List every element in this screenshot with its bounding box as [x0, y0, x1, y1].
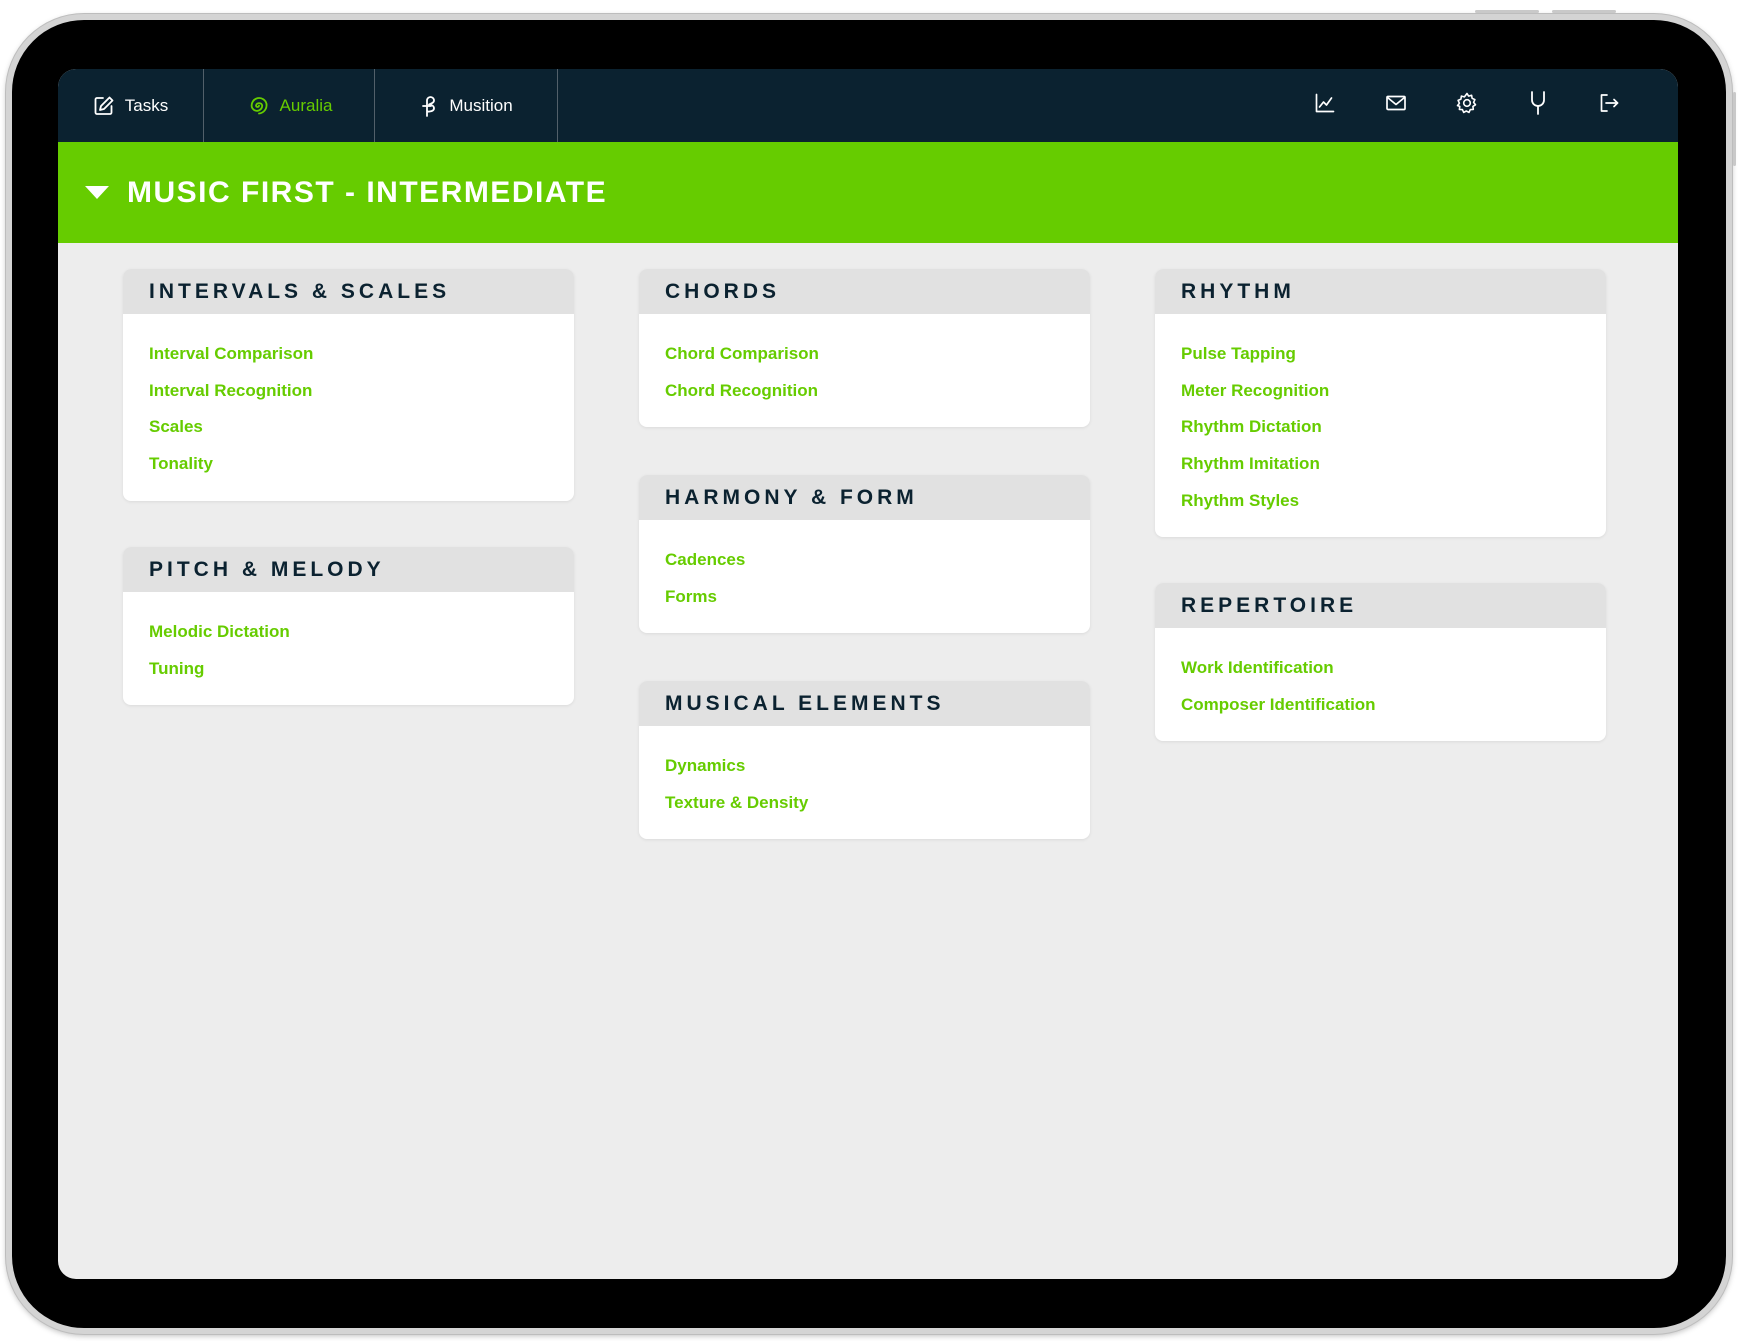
section-title: PITCH & MELODY	[123, 547, 574, 592]
section-list: Interval Comparison Interval Recognition…	[123, 314, 574, 501]
exercise-link[interactable]: Scales	[149, 409, 548, 446]
auralia-logo-icon	[246, 95, 270, 117]
tab-auralia[interactable]: Auralia	[204, 69, 375, 142]
reports-button[interactable]	[1289, 69, 1360, 142]
tab-label: Auralia	[279, 95, 333, 115]
messages-button[interactable]	[1360, 69, 1431, 142]
section-title: INTERVALS & SCALES	[123, 269, 574, 314]
section-list: Chord Comparison Chord Recognition	[639, 314, 1090, 427]
section-card: HARMONY & FORM Cadences Forms	[639, 475, 1090, 634]
exercise-link[interactable]: Work Identification	[1181, 650, 1580, 687]
exercise-link[interactable]: Tonality	[149, 446, 548, 483]
exercise-link[interactable]: Rhythm Imitation	[1181, 446, 1580, 483]
exercise-link[interactable]: Texture & Density	[665, 785, 1064, 822]
tuning-fork-icon	[1527, 90, 1549, 121]
tablet-volume-button	[1552, 10, 1616, 13]
section-title: REPERTOIRE	[1155, 583, 1606, 628]
gear-icon	[1455, 91, 1479, 120]
exercise-link[interactable]: Forms	[665, 579, 1064, 616]
exercise-link[interactable]: Rhythm Styles	[1181, 483, 1580, 520]
logout-button[interactable]	[1573, 69, 1644, 142]
exercise-link[interactable]: Meter Recognition	[1181, 373, 1580, 410]
settings-button[interactable]	[1431, 69, 1502, 142]
tab-musition[interactable]: Musition	[375, 69, 558, 142]
section-title: CHORDS	[639, 269, 1090, 314]
section-title: HARMONY & FORM	[639, 475, 1090, 520]
tablet-volume-button	[1475, 10, 1539, 13]
exercise-link[interactable]: Composer Identification	[1181, 687, 1580, 724]
section-title: RHYTHM	[1155, 269, 1606, 314]
section-list: Cadences Forms	[639, 520, 1090, 633]
section-card: MUSICAL ELEMENTS Dynamics Texture & Dens…	[639, 681, 1090, 840]
exercise-link[interactable]: Rhythm Dictation	[1181, 409, 1580, 446]
course-header: MUSIC FIRST - INTERMEDIATE	[58, 142, 1678, 243]
section-card: REPERTOIRE Work Identification Composer …	[1155, 583, 1606, 742]
section-title: MUSICAL ELEMENTS	[639, 681, 1090, 726]
top-navigation-bar: Tasks Auralia Musition	[58, 69, 1678, 142]
tuning-fork-button[interactable]	[1502, 69, 1573, 142]
edit-icon	[93, 95, 115, 117]
section-card: CHORDS Chord Comparison Chord Recognitio…	[639, 269, 1090, 428]
course-title: MUSIC FIRST - INTERMEDIATE	[127, 175, 608, 209]
tab-label: Tasks	[124, 95, 169, 115]
toolbar	[1289, 69, 1678, 142]
exercise-link[interactable]: Melodic Dictation	[149, 614, 548, 651]
tablet-power-button	[1733, 92, 1736, 166]
section-list: Dynamics Texture & Density	[639, 726, 1090, 839]
mail-icon	[1385, 92, 1407, 119]
exercise-link[interactable]: Interval Comparison	[149, 336, 548, 373]
exercise-link[interactable]: Cadences	[665, 542, 1064, 579]
section-list: Pulse Tapping Meter Recognition Rhythm D…	[1155, 314, 1606, 537]
tab-label: Musition	[449, 95, 513, 115]
exercise-link[interactable]: Interval Recognition	[149, 373, 548, 410]
section-card: RHYTHM Pulse Tapping Meter Recognition R…	[1155, 269, 1606, 538]
exercise-link[interactable]: Chord Recognition	[665, 373, 1064, 410]
logout-icon	[1598, 92, 1620, 119]
app-screen: Tasks Auralia Musition MUSIC FIRST - INT…	[58, 69, 1678, 1279]
section-card: INTERVALS & SCALES Interval Comparison I…	[123, 269, 574, 501]
exercise-link[interactable]: Pulse Tapping	[1181, 336, 1580, 373]
chart-icon	[1314, 92, 1336, 119]
collapse-caret-icon[interactable]	[85, 186, 109, 199]
section-list: Work Identification Composer Identificat…	[1155, 628, 1606, 741]
section-list: Melodic Dictation Tuning	[123, 592, 574, 705]
exercise-link[interactable]: Chord Comparison	[665, 336, 1064, 373]
exercise-link[interactable]: Dynamics	[665, 748, 1064, 785]
tab-tasks[interactable]: Tasks	[58, 69, 204, 142]
section-card: PITCH & MELODY Melodic Dictation Tuning	[123, 547, 574, 706]
exercise-link[interactable]: Tuning	[149, 651, 548, 688]
musition-logo-icon	[419, 94, 439, 118]
